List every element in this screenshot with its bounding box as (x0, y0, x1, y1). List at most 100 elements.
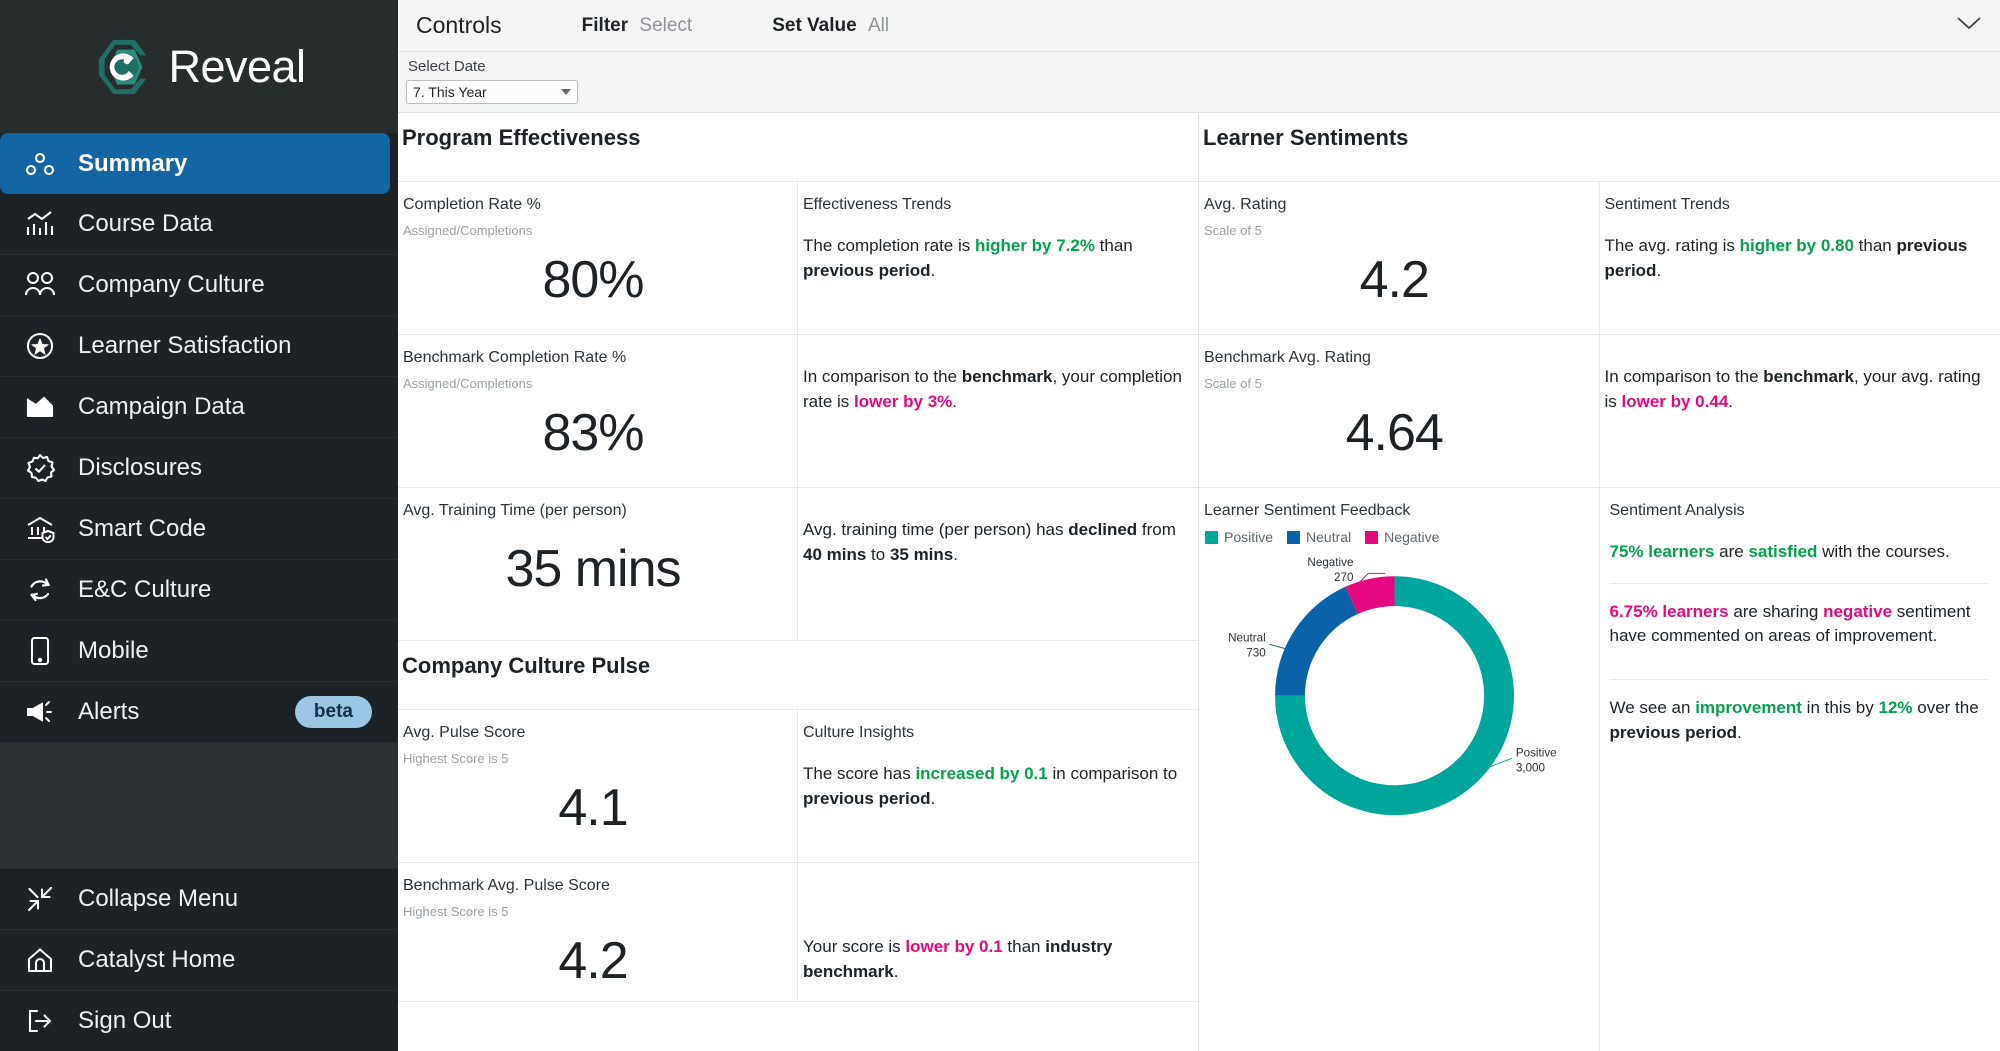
donut-chart-svg: Negative 270 Neutral 730 Positive 3,000 (1228, 556, 1557, 816)
megaphone-icon (22, 695, 58, 729)
donut-chart: Negative 270 Neutral 730 Positive 3,000 (1204, 551, 1593, 831)
brand-name: Reveal (168, 40, 306, 92)
chart-title: Learner Sentiment Feedback (1204, 502, 1411, 519)
sidebar-item-alerts[interactable]: Alerts beta (0, 682, 398, 743)
sentiment-analysis-p1: 75% learners are satisfied with the cour… (1609, 542, 1950, 561)
controls-filter[interactable]: Filter Select (582, 15, 693, 37)
sentiment-trends-cell: Sentiment Trends The avg. rating is high… (1600, 182, 2000, 334)
sidebar-item-sign-out[interactable]: Sign Out (0, 990, 398, 1051)
legend-swatch-positive (1205, 530, 1218, 544)
sentiment-analysis-label: Sentiment Analysis (1609, 502, 1745, 519)
legend-label: Positive (1224, 529, 1274, 545)
main-content: Controls Filter Select Set Value All Sel… (398, 0, 2000, 1051)
benchmark-insight-cell: In comparison to the benchmark, your com… (798, 335, 1198, 487)
sidebar-item-label: Summary (78, 149, 188, 177)
sidebar-item-label: Catalyst Home (78, 946, 236, 973)
donut-label-positive-value: 3,000 (1516, 761, 1546, 774)
donut-arcs (1275, 576, 1514, 816)
sidebar-item-label: Course Data (78, 210, 213, 237)
sentiment-feedback-row: Learner Sentiment Feedback Positive Neut… (1199, 488, 2000, 1051)
avg-pulse-score-row: Avg. Pulse Score Highest Score is 5 4.1 … (398, 710, 1198, 863)
chart-legend: Positive Neutral Negative (1205, 529, 1593, 545)
sidebar-item-learner-satisfaction[interactable]: Learner Satisfaction (0, 316, 398, 377)
kpi-label: Benchmark Avg. Rating (1204, 349, 1371, 366)
legend-item-neutral[interactable]: Neutral (1287, 529, 1351, 545)
sidebar-item-smart-code[interactable]: Smart Code (0, 499, 398, 560)
kpi-sublabel: Scale of 5 (1204, 223, 1262, 238)
kpi-value: 4.1 (558, 779, 628, 837)
controls-set-value[interactable]: Set Value All (772, 15, 889, 37)
kpi-label: Benchmark Avg. Pulse Score (403, 877, 610, 894)
avg-pulse-score-kpi: Avg. Pulse Score Highest Score is 5 4.1 (398, 710, 798, 862)
collapse-arrows-icon (22, 882, 58, 916)
avg-rating-kpi: Avg. Rating Scale of 5 4.2 (1199, 182, 1600, 334)
sidebar-item-campaign-data[interactable]: Campaign Data (0, 377, 398, 438)
right-column: Learner Sentiments Avg. Rating Scale of … (1199, 113, 2000, 1051)
benchmark-avg-rating-kpi: Benchmark Avg. Rating Scale of 5 4.64 (1199, 335, 1600, 487)
sidebar-item-summary[interactable]: Summary (0, 133, 390, 194)
benchmark-avg-pulse-score-row: Benchmark Avg. Pulse Score Highest Score… (398, 863, 1198, 1002)
benchmark-avg-pulse-score-kpi: Benchmark Avg. Pulse Score Highest Score… (398, 863, 798, 1001)
chevron-down-icon[interactable] (1956, 15, 1982, 36)
controls-filter-key: Filter (581, 14, 629, 36)
sidebar-item-catalyst-home[interactable]: Catalyst Home (0, 929, 398, 990)
sign-out-icon (22, 1004, 58, 1038)
sidebar-item-label: Alerts (78, 698, 140, 725)
sentiment-trends-text: The avg. rating is higher by 0.80 than p… (1604, 236, 1968, 280)
brand-logo[interactable]: Reveal (0, 0, 398, 133)
select-date-label: Select Date (408, 58, 486, 75)
rating-benchmark-insight-text: In comparison to the benchmark, your avg… (1604, 367, 1981, 411)
sidebar-item-ec-culture[interactable]: E&C Culture (0, 560, 398, 621)
effectiveness-trends-text: The completion rate is higher by 7.2% th… (803, 236, 1133, 280)
sidebar-item-collapse-menu[interactable]: Collapse Menu (0, 868, 398, 929)
company-culture-pulse-title: Company Culture Pulse (398, 641, 1198, 710)
rating-benchmark-insight-cell: In comparison to the benchmark, your avg… (1600, 335, 2000, 487)
legend-item-negative[interactable]: Negative (1365, 529, 1439, 545)
dashboard-app: Reveal Summary Course Data Company Cultu… (0, 0, 2000, 1051)
sidebar-item-label: E&C Culture (78, 576, 212, 603)
sidebar-item-label: Smart Code (78, 515, 207, 542)
sidebar-item-course-data[interactable]: Course Data (0, 194, 398, 255)
benchmark-completion-rate-kpi: Benchmark Completion Rate % Assigned/Com… (398, 335, 798, 487)
home-icon (22, 943, 58, 977)
insight-label: Sentiment Trends (1604, 196, 1730, 213)
avg-rating-row: Avg. Rating Scale of 5 4.2 Sentiment Tre… (1199, 182, 2000, 335)
kpi-label: Benchmark Completion Rate % (403, 349, 627, 366)
sidebar-item-mobile[interactable]: Mobile (0, 621, 398, 682)
sidebar-spacer (0, 743, 398, 868)
kpi-sublabel: Highest Score is 5 (403, 904, 509, 919)
select-date-value: 7. This Year (413, 84, 487, 100)
kpi-value: 4.2 (558, 932, 628, 990)
sidebar-item-company-culture[interactable]: Company Culture (0, 255, 398, 316)
people-group-icon (22, 268, 58, 302)
sidebar-item-label: Campaign Data (78, 393, 245, 420)
controls-setvalue-key: Set Value (772, 14, 857, 36)
legend-item-positive[interactable]: Positive (1205, 529, 1273, 545)
donut-label-negative-name: Negative (1307, 556, 1353, 569)
sidebar-item-label: Learner Satisfaction (78, 332, 292, 359)
kpi-label: Avg. Rating (1204, 196, 1287, 213)
sidebar: Reveal Summary Course Data Company Cultu… (0, 0, 398, 1051)
kpi-sublabel: Highest Score is 5 (403, 751, 509, 766)
culture-insights-text: The score has increased by 0.1 in compar… (803, 764, 1178, 808)
learner-sentiments-title: Learner Sentiments (1199, 113, 2000, 182)
learner-sentiment-feedback-chart[interactable]: Learner Sentiment Feedback Positive Neut… (1199, 488, 1600, 1051)
kpi-label: Avg. Training Time (per person) (403, 502, 627, 519)
select-date-dropdown[interactable]: 7. This Year (406, 80, 578, 104)
completion-rate-row: Completion Rate % Assigned/Completions 8… (398, 182, 1198, 335)
bar-chart-icon (22, 207, 58, 241)
badge-check-icon (22, 451, 58, 485)
kpi-value: 83% (542, 404, 644, 462)
insight-label: Culture Insights (803, 724, 915, 741)
insight-label: Effectiveness Trends (803, 196, 952, 213)
sidebar-nav: Summary Course Data Company Culture Lear… (0, 133, 398, 743)
sentiment-analysis-cell: Sentiment Analysis 75% learners are sati… (1600, 488, 2000, 1051)
star-circle-icon (22, 329, 58, 363)
kpi-value: 4.2 (1359, 251, 1430, 309)
kpi-label: Avg. Pulse Score (403, 724, 526, 741)
donut-slice-neutral[interactable] (1275, 586, 1358, 696)
sidebar-item-disclosures[interactable]: Disclosures (0, 438, 398, 499)
summary-dots-icon (22, 147, 58, 181)
caret-down-icon (561, 89, 571, 95)
kpi-sublabel: Assigned/Completions (403, 376, 533, 391)
